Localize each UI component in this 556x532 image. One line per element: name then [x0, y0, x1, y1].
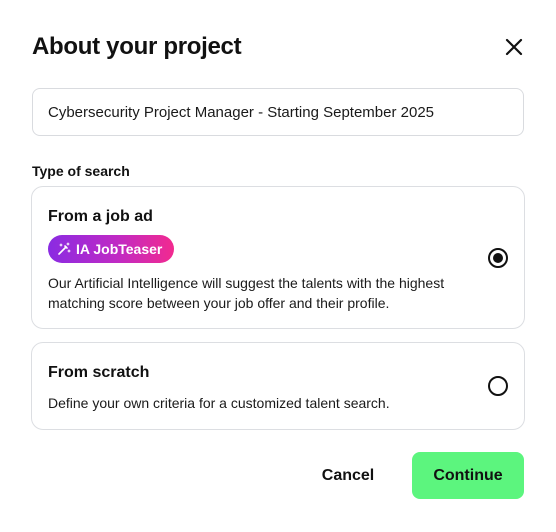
modal-title: About your project — [32, 33, 242, 60]
search-type-label: Type of search — [32, 163, 130, 179]
continue-button[interactable]: Continue — [412, 452, 524, 499]
option-description-from-scratch: Define your own criteria for a customize… — [48, 395, 390, 411]
cancel-button[interactable]: Cancel — [308, 452, 388, 500]
close-icon — [505, 38, 523, 56]
magic-wand-icon — [57, 242, 71, 256]
about-project-modal: About your project Type of search From a… — [0, 0, 556, 532]
project-name-input[interactable] — [32, 88, 524, 136]
option-title-from-scratch: From scratch — [48, 364, 150, 381]
close-button[interactable] — [500, 33, 528, 61]
modal-header: About your project — [32, 30, 524, 64]
badge-label: IA JobTeaser — [76, 241, 163, 257]
option-description-job-ad: Our Artificial Intelligence will suggest… — [48, 275, 445, 311]
radio-job-ad-selected[interactable] — [488, 248, 508, 268]
radio-from-scratch[interactable] — [488, 376, 508, 396]
option-title-job-ad: From a job ad — [48, 208, 153, 225]
ia-jobteaser-badge: IA JobTeaser — [48, 235, 175, 263]
option-card-job-ad[interactable]: From a job ad IA JobTeaser Our Artificia… — [31, 186, 525, 329]
option-card-from-scratch[interactable]: From scratch Define your own criteria fo… — [31, 342, 525, 430]
radio-selected-dot — [493, 253, 503, 263]
